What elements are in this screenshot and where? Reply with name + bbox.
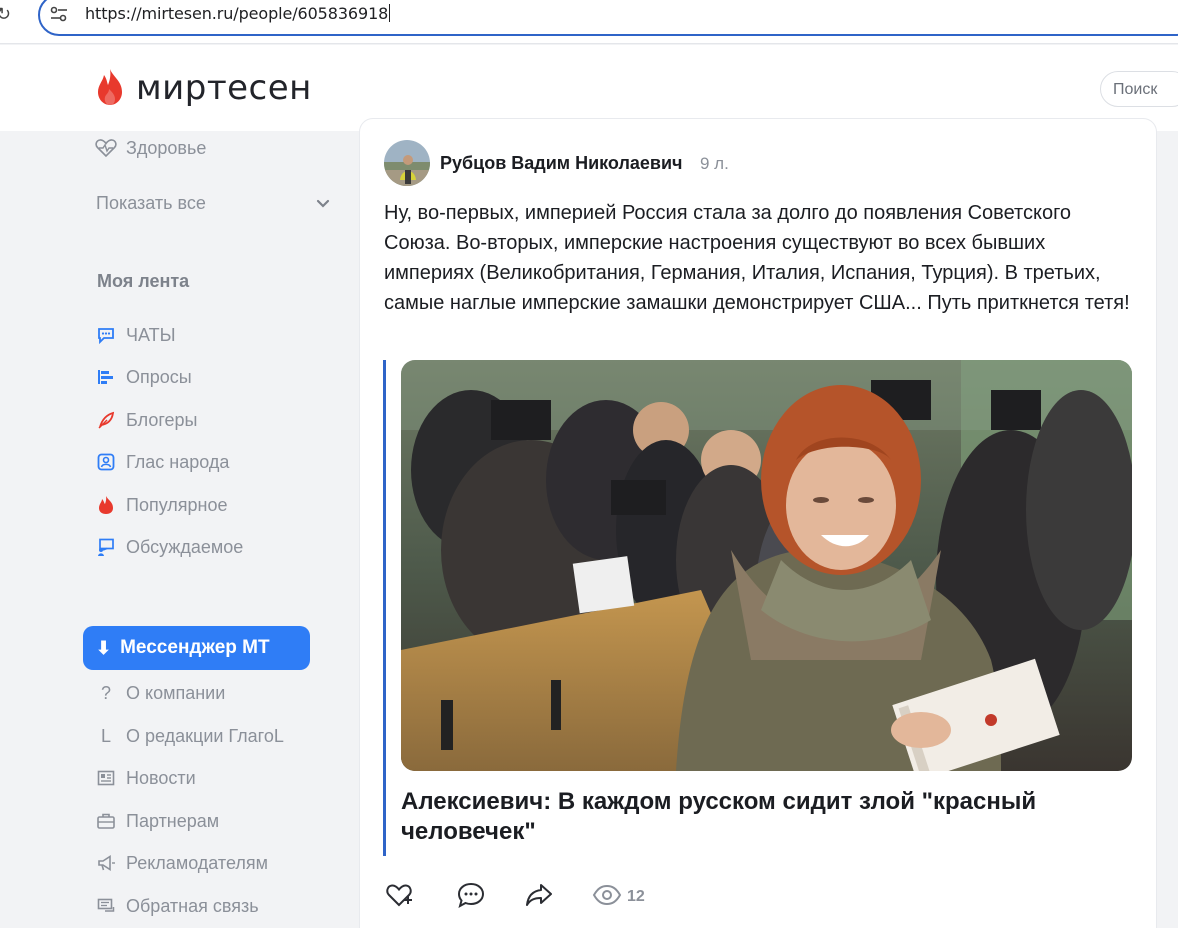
discussion-icon (95, 536, 117, 558)
chevron-down-icon[interactable] (315, 196, 331, 212)
share-icon[interactable] (524, 880, 554, 910)
flame-logo-icon[interactable] (95, 68, 125, 106)
sidebar-item-health[interactable]: Здоровье (95, 137, 206, 159)
sidebar-item-advertisers[interactable]: Рекламодателям (95, 852, 268, 874)
article-title[interactable]: Алексиевич: В каждом русском сидит злой … (401, 787, 1121, 847)
post-age: 9 л. (700, 154, 729, 173)
sidebar-item-bloggers[interactable]: Блогеры (95, 409, 197, 431)
sidebar-item-label: Популярное (126, 494, 228, 515)
sidebar-item-news[interactable]: Новости (95, 767, 196, 789)
sidebar-item-partners[interactable]: Партнерам (95, 810, 219, 832)
site-settings-icon[interactable] (50, 6, 68, 22)
article-image[interactable] (401, 360, 1132, 771)
views-eye-icon (592, 884, 622, 906)
heart-pulse-icon (95, 137, 117, 159)
feather-icon (95, 409, 117, 431)
show-all-link[interactable]: Показать все (96, 193, 206, 214)
sidebar-item-label: Глас народа (126, 451, 230, 472)
sidebar-item-label: Партнерам (126, 810, 220, 831)
sidebar-item-people-voice[interactable]: Глас народа (95, 451, 229, 473)
sidebar-item-label: Опросы (126, 366, 192, 387)
logo-text[interactable]: миртесен (136, 68, 312, 108)
comment-icon[interactable] (456, 880, 486, 910)
sidebar-item-label: Обсуждаемое (126, 536, 244, 557)
text-caret (389, 4, 391, 22)
megaphone-badge-icon (95, 451, 117, 473)
sidebar-item-label: Новости (126, 767, 196, 788)
messenger-label: Мессенджер МТ (120, 637, 270, 658)
reload-icon[interactable]: ↻ (0, 4, 16, 24)
sidebar-item-popular[interactable]: Популярное (95, 494, 228, 516)
sidebar-item-chats[interactable]: ЧАТЫ (95, 324, 176, 346)
sidebar-item-discussed[interactable]: Обсуждаемое (95, 536, 243, 558)
download-arrow-icon: ⬇ (96, 637, 112, 658)
flame-icon (95, 494, 117, 516)
sidebar-item-label: Рекламодателям (126, 852, 269, 873)
sidebar-item-label: Здоровье (126, 137, 207, 158)
briefcase-icon (95, 810, 117, 832)
sidebar-item-label: Блогеры (126, 409, 198, 430)
letter-l-icon: L (100, 725, 111, 746)
url-text[interactable]: https://mirtesen.ru/people/605836918 (85, 4, 391, 23)
question-icon: ? (100, 682, 111, 703)
author-avatar[interactable] (384, 140, 430, 186)
feedback-icon (95, 895, 117, 917)
post-text: Ну, во-первых, империей Россия стала за … (384, 202, 1130, 314)
author-name[interactable]: Рубцов Вадим Николаевич (440, 153, 683, 174)
sidebar-item-about[interactable]: ? О компании (95, 682, 225, 704)
search-placeholder: Поиск (1113, 81, 1158, 98)
sidebar-item-polls[interactable]: Опросы (95, 366, 192, 388)
feed-heading: Моя лента (97, 271, 190, 291)
chat-icon (95, 324, 117, 346)
sidebar-item-label: О компании (126, 682, 226, 703)
loudspeaker-icon (95, 852, 117, 874)
search-input[interactable]: Поиск (1100, 71, 1178, 107)
quote-bar (383, 360, 386, 856)
sidebar-item-feedback[interactable]: Обратная связь (95, 895, 259, 917)
sidebar-item-label: О редакции ГлагоL (126, 725, 284, 746)
browser-address-bar: ↻ https://mirtesen.ru/people/605836918 (0, 0, 1178, 44)
views-count: 12 (627, 888, 645, 905)
poll-icon (95, 366, 117, 388)
messenger-button[interactable]: ⬇ Мессенджер МТ (83, 626, 310, 670)
sidebar-item-label: Обратная связь (126, 895, 259, 916)
sidebar-item-editorial[interactable]: L О редакции ГлагоL (95, 725, 284, 747)
like-heart-icon[interactable] (384, 880, 414, 910)
sidebar-item-label: ЧАТЫ (126, 324, 176, 345)
news-icon (95, 767, 117, 789)
